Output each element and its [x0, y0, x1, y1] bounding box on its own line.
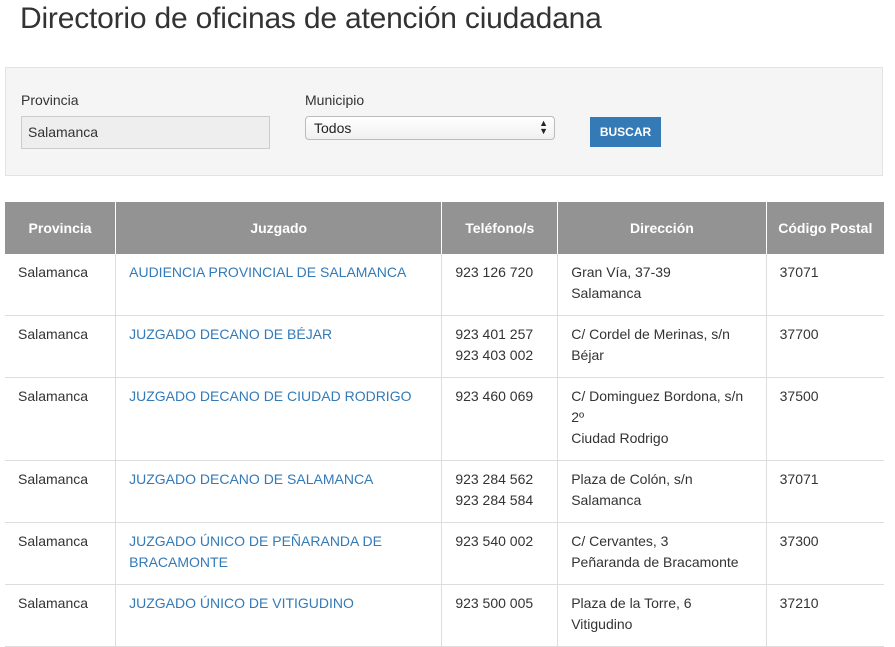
page-title: Directorio de oficinas de atención ciuda… — [20, 2, 602, 35]
juzgado-link[interactable]: JUZGADO DECANO DE SALAMANCA — [115, 460, 443, 523]
header-direccion[interactable]: Dirección — [557, 202, 767, 254]
cell-codigo-postal: 37300 — [766, 522, 884, 585]
juzgado-link[interactable]: AUDIENCIA PROVINCIAL DE SALAMANCA — [115, 254, 443, 316]
direccion-line-2: Béjar — [571, 347, 604, 363]
cell-codigo-postal: 37500 — [766, 377, 884, 461]
telefono-1: 923 460 069 — [455, 388, 534, 404]
direccion-line-1: C/ Cordel de Merinas, s/n — [571, 326, 730, 342]
cell-telefono: 923 126 720 — [441, 254, 559, 316]
direccion-line-1: C/ Cervantes, 3 — [571, 533, 669, 549]
cell-codigo-postal: 37700 — [766, 315, 884, 378]
cell-direccion: Gran Vía, 37-39 Salamanca — [557, 254, 767, 316]
table-row: Salamanca JUZGADO DECANO DE CIUDAD RODRI… — [5, 377, 884, 461]
direccion-line-2: Ciudad Rodrigo — [571, 430, 669, 446]
table-row: Salamanca AUDIENCIA PROVINCIAL DE SALAMA… — [5, 254, 884, 316]
cell-provincia: Salamanca — [5, 377, 117, 461]
municipio-selected-value: Todos — [314, 120, 352, 136]
cell-provincia: Salamanca — [5, 254, 117, 316]
municipio-label: Municipio — [305, 92, 365, 108]
telefono-1: 923 500 005 — [455, 595, 534, 611]
table-row: Salamanca JUZGADO ÚNICO DE PEÑARANDA DE … — [5, 522, 884, 585]
provincia-label: Provincia — [21, 92, 79, 108]
table-row: Salamanca JUZGADO DECANO DE SALAMANCA 92… — [5, 460, 884, 523]
direccion-line-2: Vitigudino — [571, 616, 633, 632]
cell-telefono: 923 500 005 — [441, 584, 559, 647]
telefono-1: 923 401 257 — [455, 326, 534, 342]
cell-direccion: Plaza de la Torre, 6 Vitigudino — [557, 584, 767, 647]
select-arrows-icon: ▲ ▼ — [539, 118, 548, 136]
cell-telefono: 923 540 002 — [441, 522, 559, 585]
search-button[interactable]: BUSCAR — [590, 117, 661, 147]
filter-panel: Provincia Salamanca Municipio Todos ▲ ▼ B… — [5, 67, 883, 176]
juzgado-link[interactable]: JUZGADO DECANO DE CIUDAD RODRIGO — [115, 377, 443, 461]
cell-direccion: Plaza de Colón, s/n Salamanca — [557, 460, 767, 523]
cell-direccion: C/ Cordel de Merinas, s/n Béjar — [557, 315, 767, 378]
cell-codigo-postal: 37071 — [766, 254, 884, 316]
telefono-1: 923 284 562 — [455, 471, 534, 487]
cell-telefono: 923 401 257 923 403 002 — [441, 315, 559, 378]
cell-provincia: Salamanca — [5, 460, 117, 523]
cell-telefono: 923 284 562 923 284 584 — [441, 460, 559, 523]
table-header-row: Provincia Juzgado Teléfono/s Dirección C… — [5, 202, 884, 254]
cell-provincia: Salamanca — [5, 315, 117, 378]
header-telefono[interactable]: Teléfono/s — [441, 202, 559, 254]
provincia-input[interactable]: Salamanca — [21, 116, 270, 149]
direccion-line-1: Plaza de la Torre, 6 — [571, 595, 692, 611]
juzgado-link[interactable]: JUZGADO ÚNICO DE VITIGUDINO — [115, 584, 443, 647]
cell-telefono: 923 460 069 — [441, 377, 559, 461]
direccion-line-2: Salamanca — [571, 492, 642, 508]
table-row: Salamanca JUZGADO ÚNICO DE VITIGUDINO 92… — [5, 584, 884, 647]
table-row: Salamanca JUZGADO DECANO DE BÉJAR 923 40… — [5, 315, 884, 378]
direccion-line-1: Gran Vía, 37-39 — [571, 264, 671, 280]
direccion-line-1: C/ Dominguez Bordona, s/n 2º — [571, 388, 744, 425]
direccion-line-2: Peñaranda de Bracamonte — [571, 554, 739, 570]
telefono-2: 923 284 584 — [455, 492, 534, 508]
municipio-select[interactable]: Todos ▲ ▼ — [305, 116, 555, 140]
header-juzgado[interactable]: Juzgado — [115, 202, 443, 254]
cell-direccion: C/ Dominguez Bordona, s/n 2º Ciudad Rodri… — [557, 377, 767, 461]
page: Directorio de oficinas de atención ciuda… — [0, 0, 895, 647]
telefono-1: 923 126 720 — [455, 264, 534, 280]
direccion-line-1: Plaza de Colón, s/n — [571, 471, 693, 487]
header-codigo-postal[interactable]: Código Postal — [766, 202, 884, 254]
telefono-1: 923 540 002 — [455, 533, 534, 549]
header-provincia[interactable]: Provincia — [5, 202, 117, 254]
juzgado-link[interactable]: JUZGADO ÚNICO DE PEÑARANDA DE BRACAMONTE — [115, 522, 443, 585]
cell-codigo-postal: 37210 — [766, 584, 884, 647]
telefono-2: 923 403 002 — [455, 347, 534, 363]
direccion-line-2: Salamanca — [571, 285, 642, 301]
cell-provincia: Salamanca — [5, 584, 117, 647]
juzgado-link[interactable]: JUZGADO DECANO DE BÉJAR — [115, 315, 443, 378]
cell-codigo-postal: 37071 — [766, 460, 884, 523]
cell-direccion: C/ Cervantes, 3 Peñaranda de Bracamonte — [557, 522, 767, 585]
cell-provincia: Salamanca — [5, 522, 117, 585]
results-table: Provincia Juzgado Teléfono/s Dirección C… — [5, 202, 884, 647]
